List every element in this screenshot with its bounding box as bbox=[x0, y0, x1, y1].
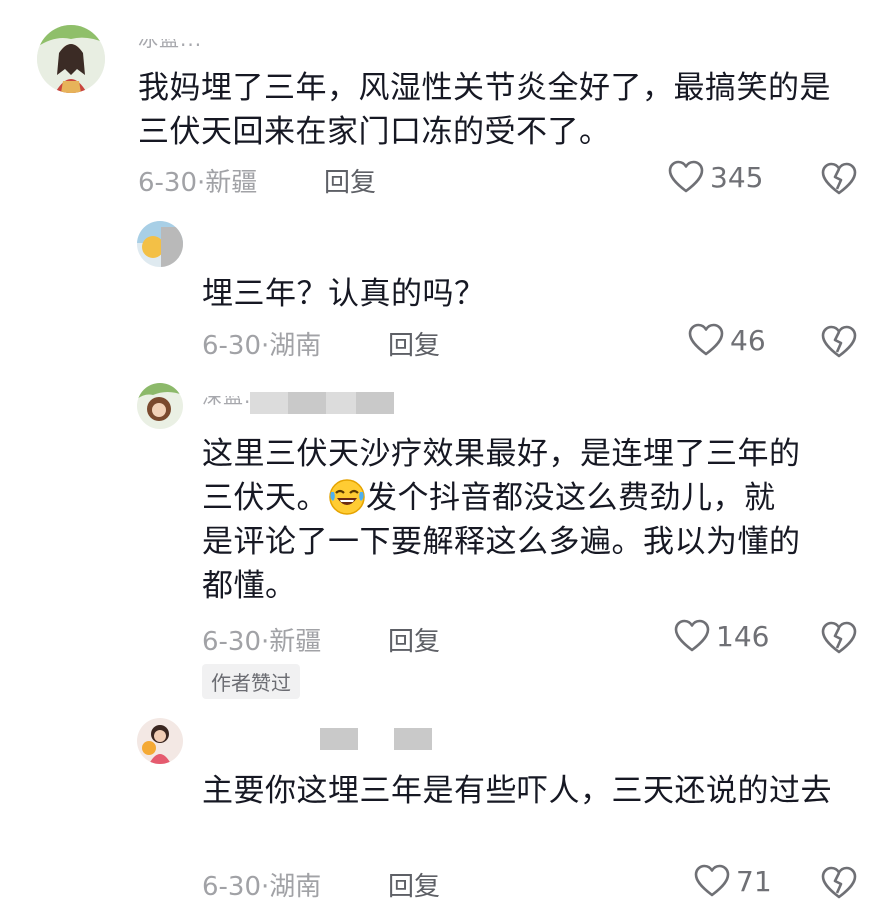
comment-text: 埋三年？认真的吗？ bbox=[202, 276, 486, 312]
heart-outline-icon bbox=[674, 619, 710, 652]
username[interactable]: 冰蓝... bbox=[138, 33, 268, 55]
username-mosaic bbox=[326, 392, 356, 414]
avatar-image bbox=[37, 25, 105, 93]
comment-meta: 6-30·新疆 bbox=[202, 627, 322, 657]
comment-text: 这里三伏天沙疗效果最好，是连埋了三年的 三伏天。 发个抖音都没这么费劲儿，就 是评… bbox=[202, 436, 801, 604]
comment-text: 我妈埋了三年，风湿性关节炎全好了，最搞笑的是三伏天回来在家门口冻的受不了。 bbox=[138, 70, 831, 150]
comment-date: 6-30 bbox=[202, 331, 262, 361]
comment-meta: 6-30·湖南 bbox=[202, 872, 322, 902]
laughing-crying-emoji bbox=[329, 479, 365, 515]
comment-location: 湖南 bbox=[269, 872, 322, 902]
heart-outline-icon bbox=[694, 864, 730, 897]
avatar-image bbox=[137, 221, 183, 267]
avatar-image bbox=[137, 718, 183, 764]
broken-heart-icon[interactable] bbox=[821, 621, 857, 655]
like-count: 46 bbox=[730, 323, 766, 357]
reply-button[interactable]: 回复 bbox=[388, 866, 440, 903]
like-button[interactable]: 71 bbox=[694, 864, 772, 898]
like-count: 146 bbox=[716, 619, 770, 653]
username[interactable] bbox=[202, 725, 442, 750]
heart-outline-icon bbox=[688, 323, 724, 356]
comment-date: 6-30 bbox=[202, 627, 262, 657]
comment-location: 新疆 bbox=[205, 168, 258, 198]
broken-heart-icon[interactable] bbox=[821, 866, 857, 900]
like-count: 345 bbox=[710, 160, 764, 194]
reply-button[interactable]: 回复 bbox=[324, 162, 376, 199]
like-button[interactable]: 46 bbox=[688, 323, 766, 357]
username[interactable]: 深蓝... bbox=[202, 390, 402, 414]
avatar[interactable] bbox=[37, 25, 105, 93]
like-button[interactable]: 146 bbox=[674, 619, 769, 653]
username-mosaic bbox=[356, 392, 394, 414]
comment-meta: 6-30·新疆 bbox=[138, 168, 258, 198]
username-mosaic bbox=[320, 728, 358, 750]
comment-date: 6-30 bbox=[138, 168, 198, 198]
avatar[interactable] bbox=[137, 383, 183, 429]
avatar-image bbox=[137, 383, 183, 429]
comment-meta: 6-30·湖南 bbox=[202, 331, 322, 361]
avatar[interactable] bbox=[137, 221, 183, 267]
username-mosaic bbox=[394, 728, 432, 750]
comment-location: 新疆 bbox=[269, 627, 322, 657]
comment-text: 主要你这埋三年是有些吓人，三天还说的过去 bbox=[202, 773, 832, 809]
comment-date: 6-30 bbox=[202, 872, 262, 902]
broken-heart-icon[interactable] bbox=[821, 162, 857, 196]
username-mosaic bbox=[288, 392, 326, 414]
like-count: 71 bbox=[736, 864, 772, 898]
author-liked-badge: 作者赞过 bbox=[202, 664, 300, 699]
avatar[interactable] bbox=[137, 718, 183, 764]
reply-button[interactable]: 回复 bbox=[388, 325, 440, 362]
comment-location: 湖南 bbox=[269, 331, 322, 361]
heart-outline-icon bbox=[668, 160, 704, 193]
reply-button[interactable]: 回复 bbox=[388, 621, 440, 658]
like-button[interactable]: 345 bbox=[668, 160, 763, 194]
username-mosaic bbox=[250, 392, 288, 414]
broken-heart-icon[interactable] bbox=[821, 325, 857, 359]
